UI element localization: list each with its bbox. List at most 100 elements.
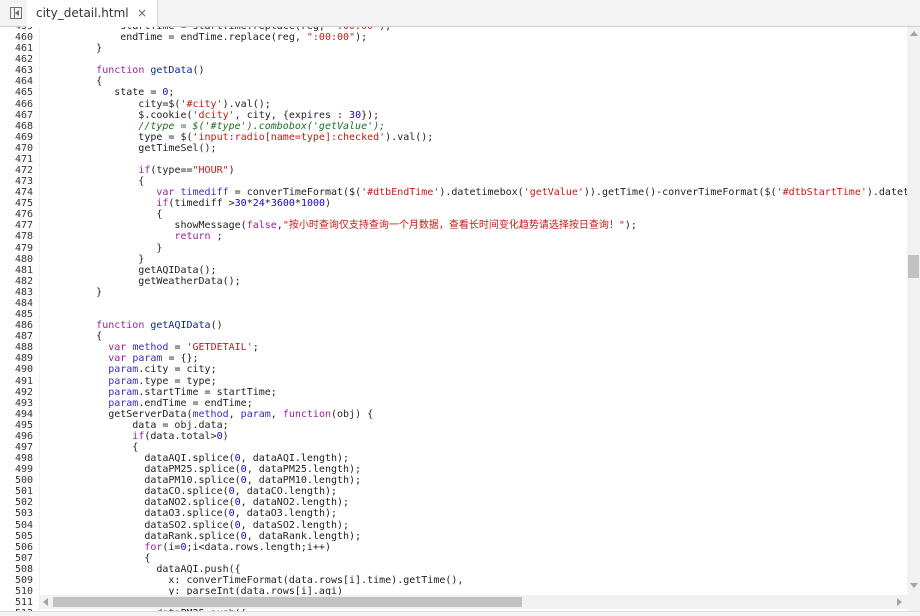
code-line[interactable]: 486 function getAQIData() (0, 320, 907, 331)
gutter-divider (39, 27, 40, 611)
line-number: 502 (14, 497, 33, 509)
line-number: 467 (14, 109, 33, 121)
code-line[interactable]: 490 param.city = city; (0, 364, 907, 375)
code-line[interactable]: 468 //type = $('#type').combobox('getVal… (0, 121, 907, 132)
code-line[interactable]: 482 getWeatherData(); (0, 276, 907, 287)
code-line[interactable]: 505 dataRank.splice(0, dataRank.length); (0, 531, 907, 542)
sidebar-toggle-icon[interactable] (10, 7, 22, 19)
code-line[interactable]: 475 if(timediff >30*24*3600*1000) (0, 198, 907, 209)
line-number: 496 (14, 430, 33, 442)
line-code: param.startTime = startTime; (48, 387, 277, 398)
code-token: dataPM25.splice( (48, 464, 241, 476)
code-token: //type = $('#type').combobox('getValue')… (138, 120, 386, 132)
code-token: dataCO.splice( (48, 486, 229, 498)
line-code: dataRank.splice(0, dataRank.length); (48, 531, 361, 542)
code-line[interactable]: 473 { (0, 176, 907, 187)
code-token: dataNO2.splice( (48, 497, 235, 509)
code-line[interactable]: 483 } (0, 287, 907, 298)
code-line[interactable]: 492 param.startTime = startTime; (0, 387, 907, 398)
code-line[interactable]: 471 (0, 154, 907, 165)
code-line[interactable]: 497 { (0, 442, 907, 453)
code-token: '#dtbStartTime' (776, 187, 867, 199)
code-editor[interactable]: 459 startTime = startTime.replace(reg, "… (0, 27, 907, 611)
code-line[interactable]: 502 dataNO2.splice(0, dataNO2.length); (0, 497, 907, 508)
code-line[interactable]: 506 for(i=0;i<data.rows.length;i++) (0, 542, 907, 553)
code-token: , (270, 408, 283, 420)
code-token: if (156, 198, 169, 210)
code-line[interactable]: 467 $.cookie('dcity', city, {expires : 3… (0, 110, 907, 121)
code-line[interactable]: 507 { (0, 553, 907, 564)
close-icon[interactable]: × (137, 6, 147, 20)
code-line[interactable]: 476 { (0, 209, 907, 220)
code-line[interactable]: 501 dataCO.splice(0, dataCO.length); (0, 486, 907, 497)
line-code: { (48, 76, 102, 87)
code-line[interactable]: 480 } (0, 254, 907, 265)
code-line[interactable]: 479 } (0, 243, 907, 254)
code-token: = {}; (162, 353, 199, 365)
code-line[interactable]: 469 type = $('input:radio[name=type]:che… (0, 132, 907, 143)
code-line[interactable]: 481 getAQIData(); (0, 265, 907, 276)
line-code: function getAQIData() (48, 320, 222, 331)
code-line[interactable]: 498 dataAQI.splice(0, dataAQI.length); (0, 453, 907, 464)
line-code: x: converTimeFormat(data.rows[i].time).g… (48, 575, 463, 586)
code-line[interactable]: 477 showMessage(false,"按小时查询仅支持查询一个月数据，查… (0, 220, 907, 231)
code-line[interactable]: 466 city=$('#city').val(); (0, 99, 907, 110)
code-line[interactable]: 460 endTime = endTime.replace(reg, ":00:… (0, 32, 907, 43)
code-token: = converTimeFormat($( (228, 187, 362, 199)
code-line[interactable]: 489 var param = {}; (0, 353, 907, 364)
line-number: 495 (14, 419, 33, 431)
code-line[interactable]: 491 param.type = type; (0, 376, 907, 387)
horizontal-scrollbar[interactable] (40, 595, 907, 609)
code-line[interactable]: 503 dataO3.splice(0, dataO3.length); (0, 508, 907, 519)
code-token: false (246, 220, 277, 232)
code-line[interactable]: 472 if(type=="HOUR") (0, 165, 907, 176)
code-line[interactable]: 500 dataPM10.splice(0, dataPM10.length); (0, 475, 907, 486)
code-token: function (96, 65, 145, 77)
tab-title[interactable]: city_detail.html (36, 6, 129, 20)
vertical-scroll-thumb[interactable] (908, 255, 919, 278)
code-line[interactable]: 478 return ; (0, 231, 907, 242)
code-line[interactable]: 508 dataAQI.push({ (0, 564, 907, 575)
line-number: 461 (14, 43, 33, 55)
code-token: ).datetimebox( (439, 187, 524, 199)
code-line[interactable]: 470 getTimeSel(); (0, 143, 907, 154)
code-line[interactable]: 504 dataSO2.splice(0, dataSO2.length); (0, 520, 907, 531)
code-token: var (108, 342, 127, 354)
scroll-down-arrow-icon[interactable] (910, 583, 918, 588)
code-line[interactable]: 461 } (0, 43, 907, 54)
code-line[interactable]: 499 dataPM25.splice(0, dataPM25.length); (0, 464, 907, 475)
line-code: getServerData(method, param, function(ob… (48, 409, 373, 420)
code-line[interactable]: 462 (0, 54, 907, 65)
scroll-left-arrow-icon[interactable] (43, 598, 48, 606)
line-number: 464 (14, 76, 33, 88)
scroll-right-arrow-icon[interactable] (897, 598, 902, 606)
code-line[interactable]: 496 if(data.total>0) (0, 431, 907, 442)
code-line[interactable]: 495 data = obj.data; (0, 420, 907, 431)
code-line[interactable]: 484 (0, 298, 907, 309)
line-code: var param = {}; (48, 353, 199, 365)
code-line[interactable]: 487 { (0, 331, 907, 342)
code-line[interactable]: 493 param.endTime = endTime; (0, 398, 907, 409)
line-code: dataAQI.push({ (48, 564, 240, 575)
code-line[interactable]: 465 state = 0; (0, 87, 907, 98)
code-token: 30 (349, 109, 362, 121)
code-line[interactable]: 509 x: converTimeFormat(data.rows[i].tim… (0, 575, 907, 586)
code-line[interactable]: 488 var method = 'GETDETAIL'; (0, 342, 907, 353)
code-line[interactable]: 463 function getData() (0, 65, 907, 76)
line-number: 492 (14, 386, 33, 398)
code-token: state = (48, 87, 163, 99)
vertical-scrollbar[interactable] (907, 27, 920, 611)
code-line[interactable]: 485 (0, 309, 907, 320)
tab-city-detail[interactable]: city_detail.html × (27, 0, 158, 27)
line-number: 462 (14, 54, 33, 66)
code-line[interactable]: 474 var timediff = converTimeFormat($('#… (0, 187, 907, 198)
scroll-up-arrow-icon[interactable] (910, 31, 918, 36)
horizontal-scroll-thumb[interactable] (53, 597, 522, 607)
line-number: 479 (14, 242, 33, 254)
code-token: "HOUR" (192, 165, 229, 177)
code-line[interactable]: 494 getServerData(method, param, functio… (0, 409, 907, 420)
code-line[interactable]: 464 { (0, 76, 907, 87)
